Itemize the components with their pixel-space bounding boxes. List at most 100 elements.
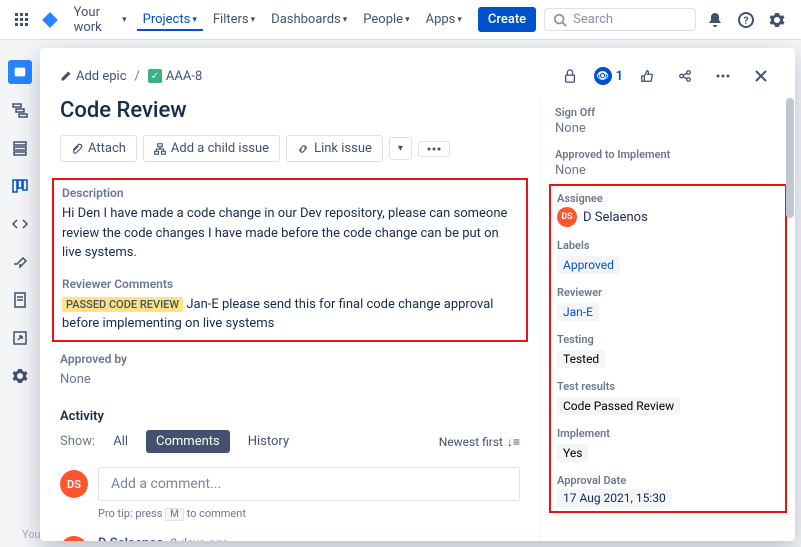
nav-people-label: People [363, 12, 403, 27]
assignee-avatar: DS [557, 207, 577, 227]
project-icon[interactable] [8, 60, 32, 84]
approval-date-value[interactable]: 17 Aug 2021, 15:30 [557, 489, 779, 507]
pages-icon[interactable] [8, 288, 32, 312]
more-toolbar-button[interactable] [418, 141, 450, 157]
reviewer-tag[interactable]: Jan-E [557, 303, 599, 321]
assignee-name: D Selaenos [583, 210, 648, 225]
issue-title[interactable]: Code Review [60, 98, 520, 123]
app-switcher-icon[interactable] [12, 8, 32, 32]
like-icon[interactable] [633, 62, 661, 90]
link-icon [297, 143, 309, 155]
reviewer-value[interactable]: Jan-E [557, 301, 779, 321]
link-dropdown-button[interactable]: ▾ [389, 137, 412, 160]
sign-off-value[interactable]: None [555, 121, 781, 136]
nav-your-work-label: Your work [74, 5, 121, 35]
create-button[interactable]: Create [478, 7, 536, 32]
chevron-down-icon: ▾ [343, 15, 348, 25]
activity-heading: Activity [60, 409, 520, 424]
breadcrumb: Add epic / ✓ AAA-8 [60, 69, 202, 84]
testing-tag: Tested [557, 350, 605, 368]
comment-author[interactable]: D Selaenos [98, 536, 163, 541]
description-label: Description [62, 186, 518, 200]
show-label: Show: [60, 434, 95, 449]
comment-time: 3 days ago [171, 536, 229, 541]
tab-history[interactable]: History [238, 430, 299, 453]
test-results-tag: Code Passed Review [557, 397, 680, 415]
settings-icon[interactable] [766, 6, 789, 34]
sort-newest-button[interactable]: Newest first ↓≡ [439, 435, 520, 449]
labels-value[interactable]: Approved [557, 254, 779, 274]
story-icon: ✓ [148, 69, 162, 83]
more-icon [427, 147, 441, 151]
approval-date-tag: 17 Aug 2021, 15:30 [557, 489, 672, 507]
jira-logo-icon[interactable] [40, 8, 60, 32]
label-tag[interactable]: Approved [557, 256, 620, 274]
test-results-value[interactable]: Code Passed Review [557, 395, 779, 415]
comment-item: DS D Selaenos 3 days ago Thanks Dan now … [60, 536, 520, 541]
assignee-value[interactable]: DS D Selaenos [557, 207, 779, 227]
attach-button[interactable]: Attach [60, 135, 137, 162]
protip-pre: Pro tip: press [98, 507, 162, 520]
approved-by-value[interactable]: None [60, 370, 520, 390]
more-actions-icon[interactable] [709, 62, 737, 90]
search-input[interactable]: Search [544, 8, 696, 31]
breadcrumb-separator: / [135, 69, 140, 84]
pencil-icon [60, 70, 72, 82]
close-icon[interactable] [747, 62, 775, 90]
chevron-down-icon: ▾ [398, 143, 403, 154]
comment-avatar: DS [60, 536, 88, 541]
nav-filters[interactable]: Filters▾ [207, 8, 261, 31]
scrollbar[interactable] [786, 98, 794, 218]
nav-your-work[interactable]: Your work▾ [68, 1, 133, 39]
highlighted-section: Description Hi Den I have made a code ch… [52, 178, 528, 342]
nav-dashboards[interactable]: Dashboards▾ [265, 8, 353, 31]
approved-by-label: Approved by [60, 352, 520, 366]
issue-key-label: AAA-8 [166, 69, 202, 84]
chevron-down-icon: ▾ [192, 15, 197, 25]
releases-icon[interactable] [8, 250, 32, 274]
nav-people[interactable]: People▾ [357, 8, 415, 31]
add-child-button[interactable]: Add a child issue [143, 135, 280, 162]
code-icon[interactable] [8, 212, 32, 236]
issue-key-link[interactable]: ✓ AAA-8 [148, 69, 202, 84]
comment-input[interactable]: Add a comment... [98, 467, 520, 501]
notifications-icon[interactable] [704, 6, 727, 34]
reviewer-comments-text[interactable]: PASSED CODE REVIEW Jan-E please send thi… [62, 295, 518, 334]
reviewer-label: Reviewer [557, 286, 779, 299]
current-user-avatar: DS [60, 470, 88, 498]
nav-apps-label: Apps [426, 12, 456, 27]
help-icon[interactable]: ? [735, 6, 758, 34]
add-child-label: Add a child issue [171, 141, 269, 156]
link-issue-label: Link issue [314, 141, 372, 156]
test-results-label: Test results [557, 380, 779, 393]
implement-value[interactable]: Yes [557, 442, 779, 462]
protip-post: to comment [187, 507, 246, 520]
project-settings-icon[interactable] [8, 364, 32, 388]
add-epic-link[interactable]: Add epic [60, 69, 127, 84]
add-shortcut-icon[interactable] [8, 326, 32, 350]
implement-tag: Yes [557, 444, 588, 462]
tab-comments[interactable]: Comments [146, 430, 230, 453]
approved-impl-value[interactable]: None [555, 163, 781, 178]
nav-apps[interactable]: Apps▾ [420, 8, 468, 31]
child-icon [154, 143, 166, 155]
backlog-icon[interactable] [8, 136, 32, 160]
passed-badge: PASSED CODE REVIEW [62, 297, 183, 312]
link-issue-button[interactable]: Link issue [286, 135, 383, 162]
lock-icon[interactable] [556, 62, 584, 90]
add-epic-label: Add epic [76, 69, 127, 84]
description-text[interactable]: Hi Den I have made a code change in our … [62, 204, 518, 263]
protip-key: M [165, 508, 184, 521]
watch-button[interactable]: 👁 1 [594, 67, 623, 85]
chevron-down-icon: ▾ [405, 15, 410, 25]
testing-value[interactable]: Tested [557, 348, 779, 368]
watch-count: 1 [616, 69, 623, 84]
board-icon[interactable] [8, 174, 32, 198]
assignee-label: Assignee [557, 192, 779, 205]
svg-text:?: ? [744, 16, 749, 27]
nav-projects[interactable]: Projects▾ [137, 8, 203, 31]
roadmap-icon[interactable] [8, 98, 32, 122]
share-icon[interactable] [671, 62, 699, 90]
search-icon [553, 13, 567, 27]
tab-all[interactable]: All [103, 430, 138, 453]
